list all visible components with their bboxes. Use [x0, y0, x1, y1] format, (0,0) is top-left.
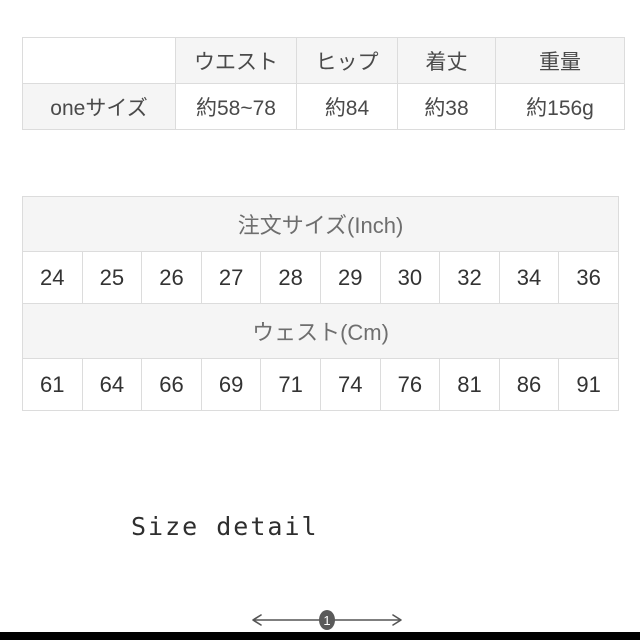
table-row: ウェスト(Cm): [22, 303, 619, 359]
spec-value-waist: 約58~78: [175, 83, 297, 130]
order-cm-header: ウェスト(Cm): [22, 303, 619, 359]
order-cm-cell: 91: [558, 358, 619, 411]
measurement-arrow: 1: [248, 606, 406, 634]
order-cm-cell: 86: [498, 358, 560, 411]
spec-row-label-onesize: oneサイズ: [22, 83, 176, 130]
table-row: 注文サイズ(Inch): [22, 196, 619, 252]
order-inch-cell: 25: [81, 251, 143, 304]
order-cm-cell: 66: [141, 358, 202, 411]
table-row: oneサイズ 約58~78 約84 約38 約156g: [22, 83, 625, 130]
order-cm-cell: 76: [379, 358, 441, 411]
order-inch-cell: 34: [498, 251, 560, 304]
order-inch-cell: 26: [141, 251, 202, 304]
order-cm-cell: 71: [260, 358, 321, 411]
spec-header-hip: ヒップ: [296, 37, 398, 84]
spec-header-length: 着丈: [397, 37, 496, 84]
order-cm-cell: 69: [200, 358, 262, 411]
order-inch-cell: 36: [558, 251, 619, 304]
spec-header-empty: [22, 37, 176, 84]
size-detail-caption: Size detail: [131, 512, 319, 541]
order-inch-cell: 28: [260, 251, 321, 304]
double-arrow-icon: 1: [252, 610, 402, 630]
order-inch-cell: 27: [200, 251, 262, 304]
table-row: 24 25 26 27 28 29 30 32 34 36: [22, 251, 619, 304]
arrow-badge-label: 1: [323, 613, 330, 628]
order-inch-header: 注文サイズ(Inch): [22, 196, 619, 252]
order-cm-cell: 74: [319, 358, 381, 411]
order-inch-cell: 29: [319, 251, 381, 304]
order-inch-cell: 24: [22, 251, 83, 304]
order-cm-cell: 61: [22, 358, 83, 411]
order-size-conversion-table: 注文サイズ(Inch) 24 25 26 27 28 29 30 32 34 3…: [22, 196, 619, 411]
order-size-table-container: 注文サイズ(Inch) 24 25 26 27 28 29 30 32 34 3…: [22, 196, 619, 411]
spec-header-waist: ウエスト: [175, 37, 297, 84]
spec-value-length: 約38: [397, 83, 496, 130]
spec-value-hip: 約84: [296, 83, 398, 130]
table-row: ウエスト ヒップ 着丈 重量: [22, 37, 625, 84]
order-inch-cell: 30: [379, 251, 441, 304]
product-spec-table-container: ウエスト ヒップ 着丈 重量 oneサイズ 約58~78 約84 約38 約15…: [22, 37, 625, 130]
spec-header-weight: 重量: [495, 37, 625, 84]
product-spec-table: ウエスト ヒップ 着丈 重量 oneサイズ 約58~78 約84 約38 約15…: [22, 37, 625, 130]
order-cm-cell: 64: [81, 358, 143, 411]
order-cm-cell: 81: [439, 358, 500, 411]
order-inch-cell: 32: [439, 251, 500, 304]
table-row: 61 64 66 69 71 74 76 81 86 91: [22, 358, 619, 411]
spec-value-weight: 約156g: [495, 83, 625, 130]
bottom-black-band: [0, 632, 640, 640]
